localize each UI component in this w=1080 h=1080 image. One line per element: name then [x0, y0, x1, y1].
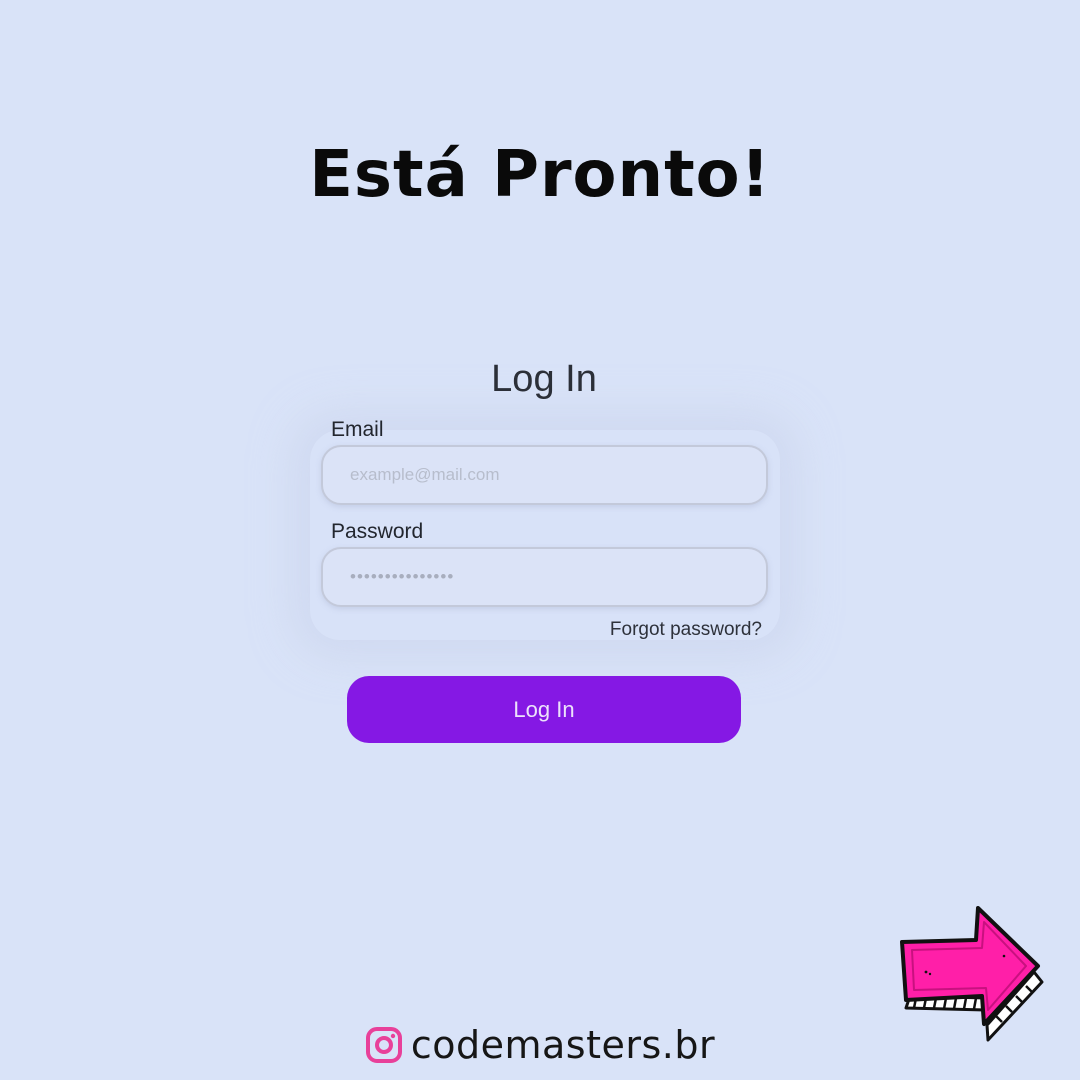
- arrow-right-icon: [892, 900, 1052, 1050]
- forgot-password-link[interactable]: Forgot password?: [610, 619, 762, 641]
- password-field[interactable]: [321, 547, 768, 607]
- page-headline: Está Pronto!: [309, 138, 771, 212]
- login-title: Log In: [491, 358, 597, 400]
- email-label: Email: [331, 418, 384, 441]
- login-button[interactable]: Log In: [347, 676, 741, 743]
- instagram-icon: [365, 1026, 403, 1064]
- instagram-handle: codemasters.br: [410, 1023, 716, 1067]
- email-field[interactable]: [321, 445, 768, 505]
- password-label: Password: [331, 520, 424, 543]
